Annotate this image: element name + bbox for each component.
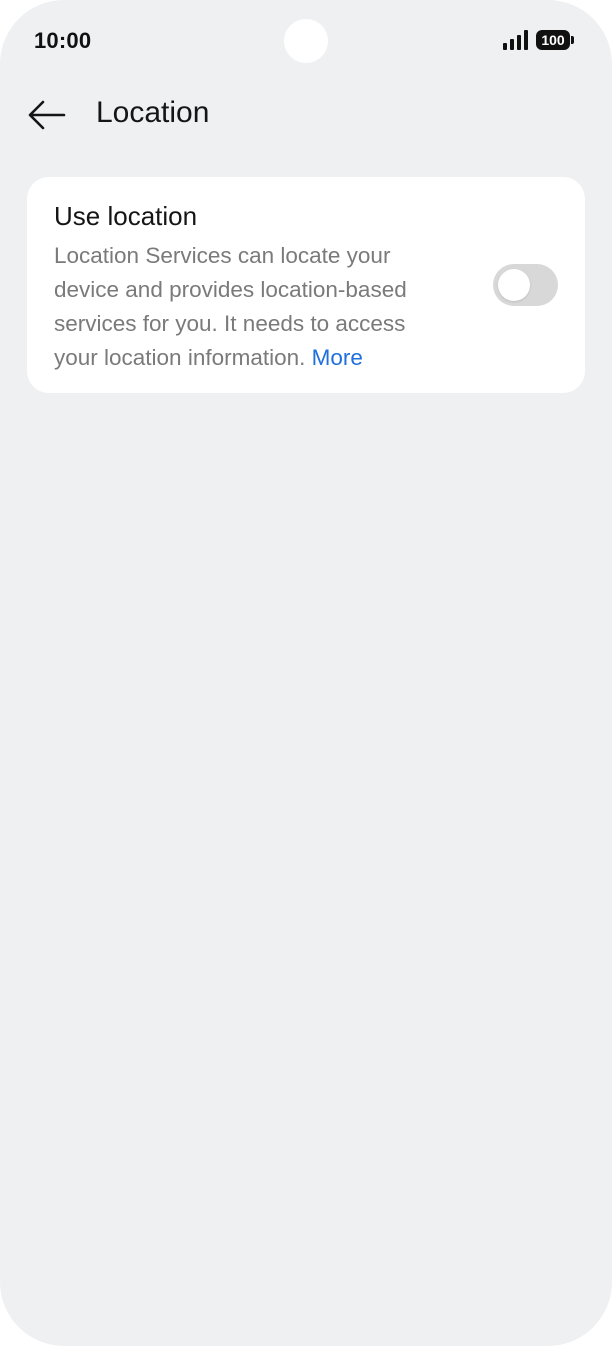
status-bar: 10:00 100 (0, 0, 612, 80)
signal-icon (503, 30, 528, 50)
status-icons: 100 (503, 30, 574, 50)
phone-screen: 10:00 100 Location Use location Location… (0, 0, 612, 1346)
more-link[interactable]: More (312, 345, 363, 370)
back-button[interactable] (22, 90, 72, 140)
arrow-left-icon (28, 100, 66, 130)
use-location-toggle[interactable] (493, 264, 558, 306)
status-time: 10:00 (34, 28, 92, 53)
page-title: Location (96, 96, 210, 129)
battery-level: 100 (536, 30, 570, 50)
toggle-knob (498, 269, 530, 301)
battery-icon: 100 (536, 30, 574, 50)
use-location-description: Location Services can locate your device… (54, 239, 454, 375)
use-location-title: Use location (54, 201, 198, 231)
camera-cutout (284, 19, 328, 63)
use-location-card: Use location Location Services can locat… (27, 177, 585, 393)
app-header: Location (0, 86, 612, 142)
